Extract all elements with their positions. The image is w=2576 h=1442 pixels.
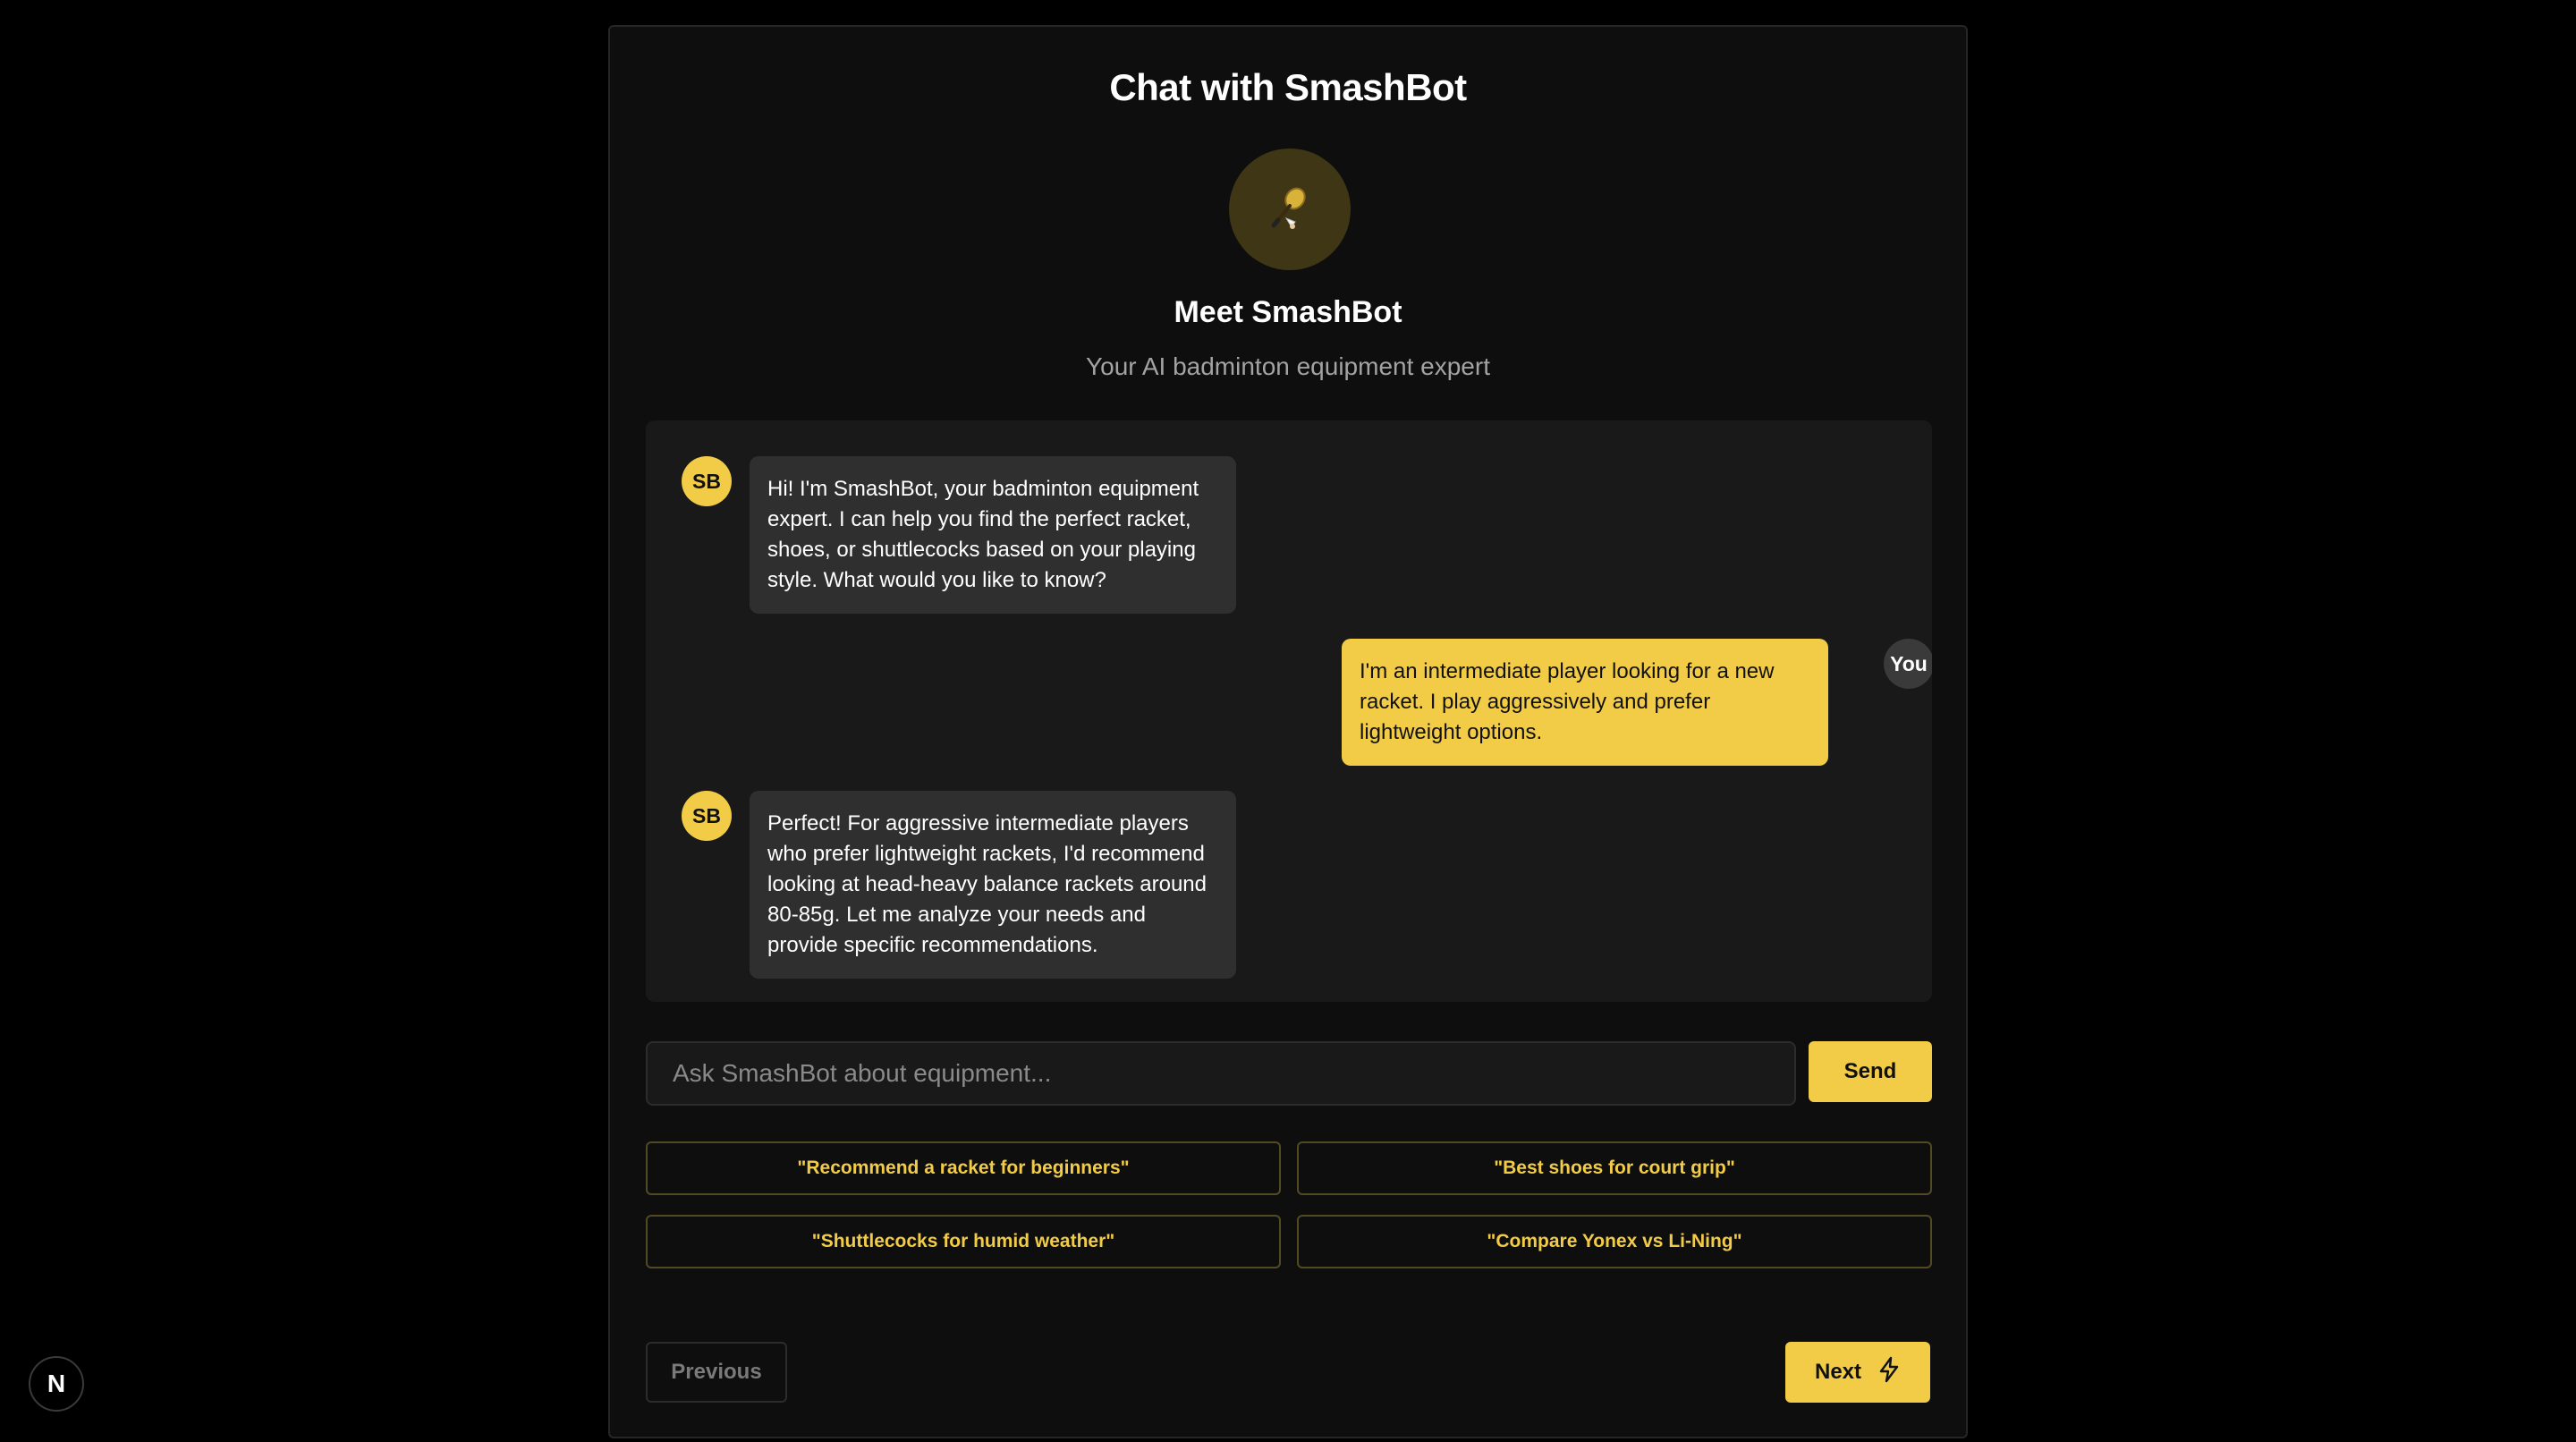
lightning-bolt-icon <box>1877 1356 1901 1389</box>
suggestion-chip[interactable]: "Compare Yonex vs Li-Ning" <box>1297 1215 1932 1268</box>
bot-message: Perfect! For aggressive intermediate pla… <box>750 791 1236 979</box>
bot-avatar: SB <box>682 791 732 841</box>
page-title: Chat with SmashBot <box>1109 66 1467 108</box>
nextjs-dev-badge[interactable]: N <box>29 1356 84 1412</box>
bot-message: Hi! I'm SmashBot, your badminton equipme… <box>750 456 1236 614</box>
bot-name: Meet SmashBot <box>1174 295 1402 329</box>
suggestion-chip[interactable]: "Recommend a racket for beginners" <box>646 1141 1281 1195</box>
suggestion-chips: "Recommend a racket for beginners" "Best… <box>646 1141 1932 1268</box>
previous-label: Previous <box>671 1360 762 1384</box>
send-button[interactable]: Send <box>1809 1041 1932 1102</box>
chat-messages[interactable]: SB Hi! I'm SmashBot, your badminton equi… <box>646 420 1932 1002</box>
suggestion-chip[interactable]: "Shuttlecocks for humid weather" <box>646 1215 1281 1268</box>
suggestion-chip[interactable]: "Best shoes for court grip" <box>1297 1141 1932 1195</box>
next-label: Next <box>1814 1360 1862 1384</box>
nextjs-logo-icon: N <box>47 1370 66 1397</box>
user-avatar: You <box>1884 639 1932 689</box>
user-message: I'm an intermediate player looking for a… <box>1342 639 1828 766</box>
badminton-racket-icon <box>1265 182 1315 237</box>
bot-avatar-large <box>1229 148 1351 270</box>
previous-button[interactable]: Previous <box>646 1342 787 1403</box>
bot-avatar: SB <box>682 456 732 506</box>
message-composer: Send <box>646 1041 1932 1106</box>
bot-tagline: Your AI badminton equipment expert <box>1086 352 1490 380</box>
chat-card: Chat with SmashBot Meet SmashBot Your AI… <box>608 25 1968 1438</box>
next-button[interactable]: Next <box>1785 1342 1930 1403</box>
chat-input[interactable] <box>646 1041 1796 1106</box>
